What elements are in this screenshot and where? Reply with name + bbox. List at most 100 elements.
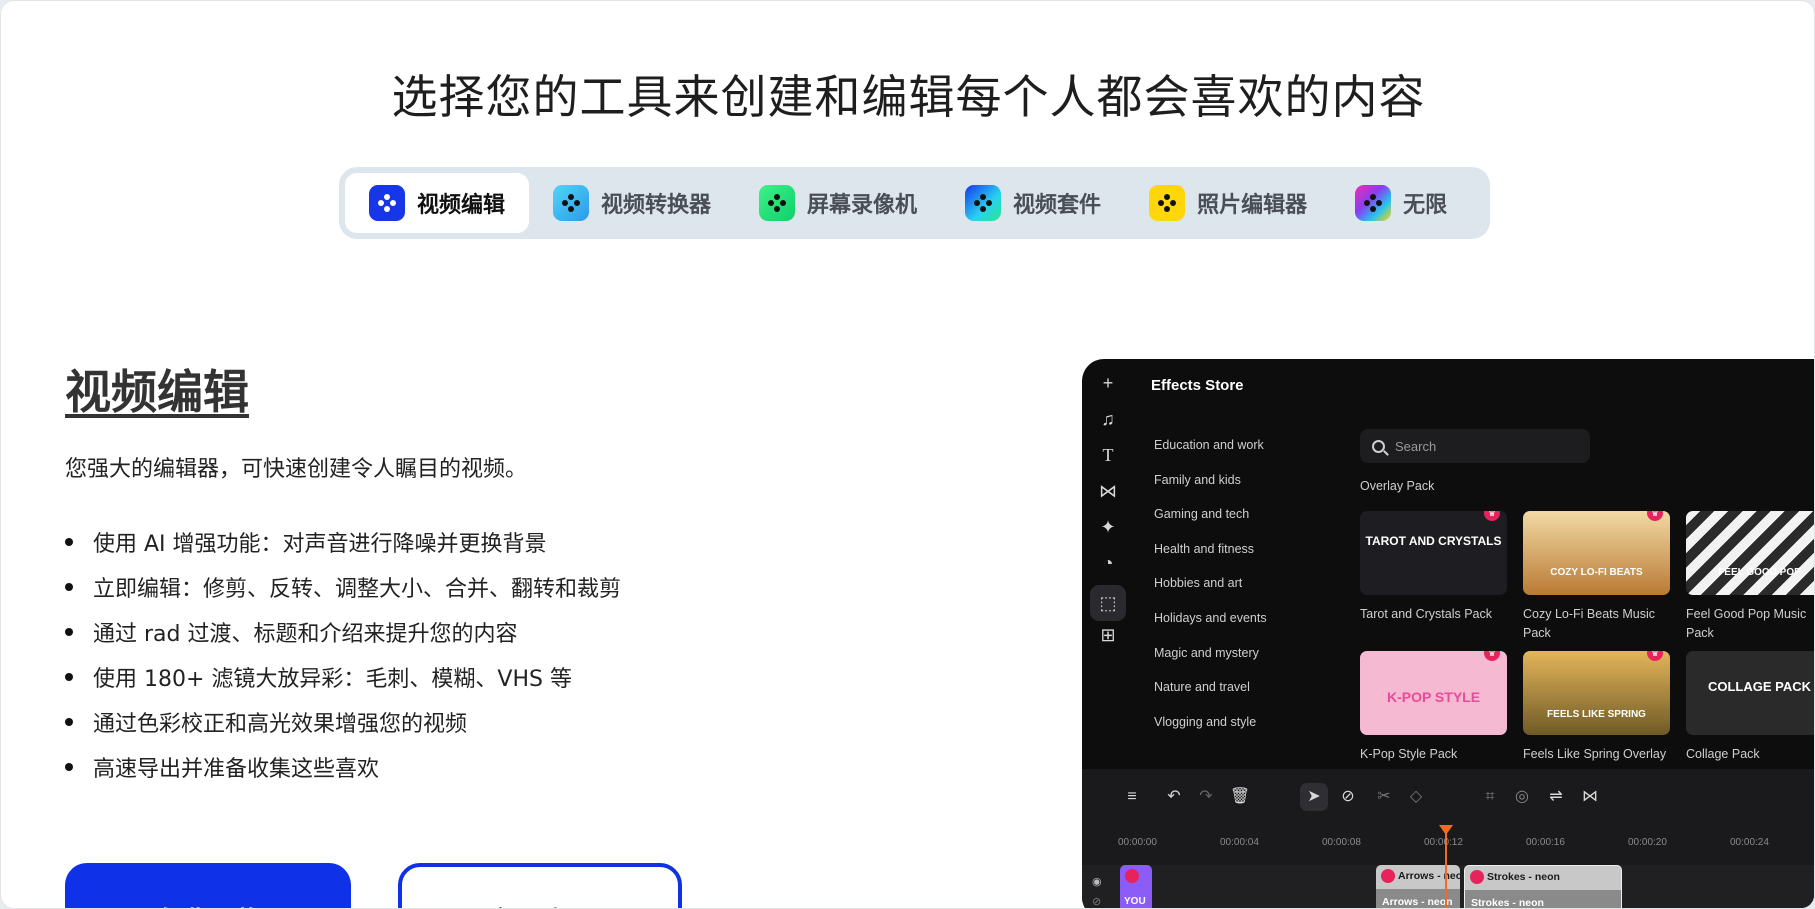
text-icon[interactable]: T	[1096, 443, 1120, 467]
transition-icon[interactable]: ⋈	[1096, 479, 1120, 503]
pack-thumbnail: ♛ COZY LO-FI BEATS	[1523, 511, 1670, 595]
adjust-icon[interactable]: ⇌	[1542, 783, 1570, 811]
search-icon	[1372, 439, 1385, 453]
time-tick: 00:00:08	[1322, 837, 1361, 848]
category-item[interactable]: Nature and travel	[1154, 677, 1267, 712]
clip-label: Arrows - neon	[1398, 870, 1460, 882]
pack-thumbnail: COLLAGE PACK	[1686, 651, 1814, 735]
time-tick: 00:00:00	[1118, 837, 1157, 848]
pack-card[interactable]: ♛ FEELS LIKE SPRING Feels Like Spring Ov…	[1523, 651, 1670, 764]
category-item[interactable]: Hobbies and art	[1154, 573, 1267, 608]
magic-wand-icon[interactable]: ✦	[1096, 515, 1120, 539]
eye-icon[interactable]: ◉	[1092, 875, 1102, 888]
video-converter-icon	[553, 185, 590, 221]
category-item[interactable]: Holidays and events	[1154, 608, 1267, 643]
filter-icon[interactable]: ◔	[1096, 551, 1120, 575]
pack-card[interactable]: FEEL GOOD POP Feel Good Pop Music Pack	[1686, 511, 1814, 643]
marker-icon[interactable]: ⊘	[1334, 783, 1362, 811]
add-track-icon[interactable]: ≡	[1118, 783, 1146, 811]
overlay-pack-label: Overlay Pack	[1360, 479, 1435, 493]
pack-label: Feels Like Spring Overlay	[1523, 747, 1667, 761]
tab-video-suite[interactable]: 视频套件	[941, 173, 1125, 233]
thumb-text: TAROT AND CRYSTALS	[1365, 534, 1502, 548]
pack-thumbnail: ♛ TAROT AND CRYSTALS	[1360, 511, 1507, 595]
category-item[interactable]: Education and work	[1154, 435, 1267, 470]
clip-label: YOU	[1124, 896, 1146, 907]
feature-list: 使用 AI 增强功能：对声音进行降噪并更换背景 立即编辑：修剪、反转、调整大小、…	[65, 519, 621, 789]
speed-icon[interactable]: ◎	[1508, 783, 1536, 811]
feature-item: 使用 AI 增强功能：对声音进行降噪并更换背景	[65, 519, 621, 564]
tab-video-editor[interactable]: 视频编辑	[345, 173, 530, 233]
cut-icon[interactable]: ✂	[1370, 783, 1398, 811]
tool-rail: + ♫ T ⋈ ✦ ◔ ⬚ ⊞	[1082, 359, 1134, 759]
photo-editor-icon	[1149, 185, 1186, 221]
category-item[interactable]: Health and fitness	[1154, 539, 1267, 574]
tab-label: 屏幕录像机	[807, 193, 918, 218]
pack-label: K-Pop Style Pack	[1360, 747, 1458, 761]
clip-arrows-neon[interactable]: Arrows - neon Arrows - neon	[1376, 865, 1460, 908]
clip-you[interactable]: YOU	[1120, 865, 1152, 908]
effects-store-title: Effects Store	[1151, 377, 1244, 394]
crown-icon: ♛	[1484, 511, 1500, 521]
category-list: Education and work Family and kids Gamin…	[1154, 435, 1267, 746]
clip-label: Strokes - neon	[1487, 871, 1560, 883]
pack-card[interactable]: COLLAGE PACK Collage Pack	[1686, 651, 1814, 764]
crop-icon[interactable]: ⌗	[1476, 783, 1504, 811]
app-screenshot: + ♫ T ⋈ ✦ ◔ ⬚ ⊞ Effects Store Education …	[1082, 359, 1814, 908]
thumb-text: K-POP STYLE	[1386, 689, 1481, 705]
time-tick: 00:00:20	[1628, 837, 1667, 848]
playhead[interactable]	[1439, 825, 1453, 908]
crown-icon: ♛	[1647, 651, 1663, 661]
time-tick: 00:00:16	[1526, 837, 1565, 848]
tab-label: 视频编辑	[417, 193, 506, 218]
delete-icon[interactable]: 🗑	[1226, 783, 1254, 811]
pack-thumbnail: ♛ FEELS LIKE SPRING	[1523, 651, 1670, 735]
select-cursor-icon[interactable]: ➤	[1300, 783, 1328, 811]
tab-unlimited[interactable]: 无限	[1331, 173, 1471, 233]
undo-icon[interactable]: ↶	[1160, 783, 1188, 811]
timeline-panel: ≡ ↶ ↷ 🗑 ➤ ⊘ ✂ ◇ ⌗ ◎ ⇌ ⋈ 00:00:00 00:00:0…	[1082, 769, 1814, 908]
video-editor-icon	[369, 185, 405, 221]
pack-label: Cozy Lo-Fi Beats Music Pack	[1523, 607, 1655, 640]
unlimited-icon	[1355, 185, 1392, 221]
tab-label: 视频转换器	[601, 193, 712, 218]
pack-card[interactable]: ♛ TAROT AND CRYSTALS Tarot and Crystals …	[1360, 511, 1507, 624]
effects-store-icon[interactable]: ⬚	[1090, 585, 1126, 621]
page: 选择您的工具来创建和编辑每个人都会喜欢的内容 视频编辑 视频转换器 屏幕录像机 …	[0, 0, 1815, 909]
feature-item: 立即编辑：修剪、反转、调整大小、合并、翻转和裁剪	[65, 564, 621, 609]
category-item[interactable]: Family and kids	[1154, 470, 1267, 505]
music-icon[interactable]: ♫	[1096, 407, 1120, 431]
transition-tool-icon[interactable]: ⋈	[1576, 783, 1604, 811]
pack-card[interactable]: ♛ K-POP STYLE K-Pop Style Pack	[1360, 651, 1507, 764]
eye-off-icon[interactable]: ⊘	[1092, 895, 1101, 908]
tab-label: 照片编辑器	[1197, 193, 1308, 218]
pack-label: Feel Good Pop Music Pack	[1686, 607, 1807, 640]
thumb-text: COZY LO-FI BEATS	[1550, 567, 1643, 578]
free-download-button[interactable]: 免费下载	[65, 863, 351, 908]
clip-strokes-neon[interactable]: Strokes - neon Strokes - neon	[1464, 865, 1622, 908]
buy-now-button[interactable]: 立即购买	[398, 863, 682, 908]
feature-item: 高速导出并准备收集这些喜欢	[65, 744, 621, 789]
pack-label: Tarot and Crystals Pack	[1360, 607, 1492, 621]
section-title[interactable]: 视频编辑	[65, 356, 249, 422]
section-description: 您强大的编辑器，可快速创建令人瞩目的视频。	[65, 457, 528, 482]
add-icon[interactable]: +	[1096, 371, 1120, 395]
redo-icon[interactable]: ↷	[1192, 783, 1220, 811]
tab-photo-editor[interactable]: 照片编辑器	[1125, 173, 1331, 233]
search-placeholder: Search	[1395, 438, 1437, 454]
pack-card[interactable]: ♛ COZY LO-FI BEATS Cozy Lo-Fi Beats Musi…	[1523, 511, 1670, 643]
pack-thumbnail: FEEL GOOD POP	[1686, 511, 1814, 595]
shield-icon[interactable]: ◇	[1402, 783, 1430, 811]
crown-icon: ♛	[1647, 511, 1663, 521]
time-tick: 00:00:04	[1220, 837, 1259, 848]
apps-icon[interactable]: ⊞	[1096, 623, 1120, 647]
tab-video-converter[interactable]: 视频转换器	[529, 173, 735, 233]
timeline-track: ◉ ⊘ YOU Arrows - neon Arrows - neon Stro…	[1082, 865, 1814, 908]
search-input[interactable]: Search	[1360, 429, 1590, 463]
category-item[interactable]: Magic and mystery	[1154, 643, 1267, 678]
feature-item: 通过色彩校正和高光效果增强您的视频	[65, 699, 621, 744]
page-headline: 选择您的工具来创建和编辑每个人都会喜欢的内容	[391, 70, 1426, 124]
category-item[interactable]: Vlogging and style	[1154, 712, 1267, 747]
category-item[interactable]: Gaming and tech	[1154, 504, 1267, 539]
tab-screen-recorder[interactable]: 屏幕录像机	[735, 173, 941, 233]
